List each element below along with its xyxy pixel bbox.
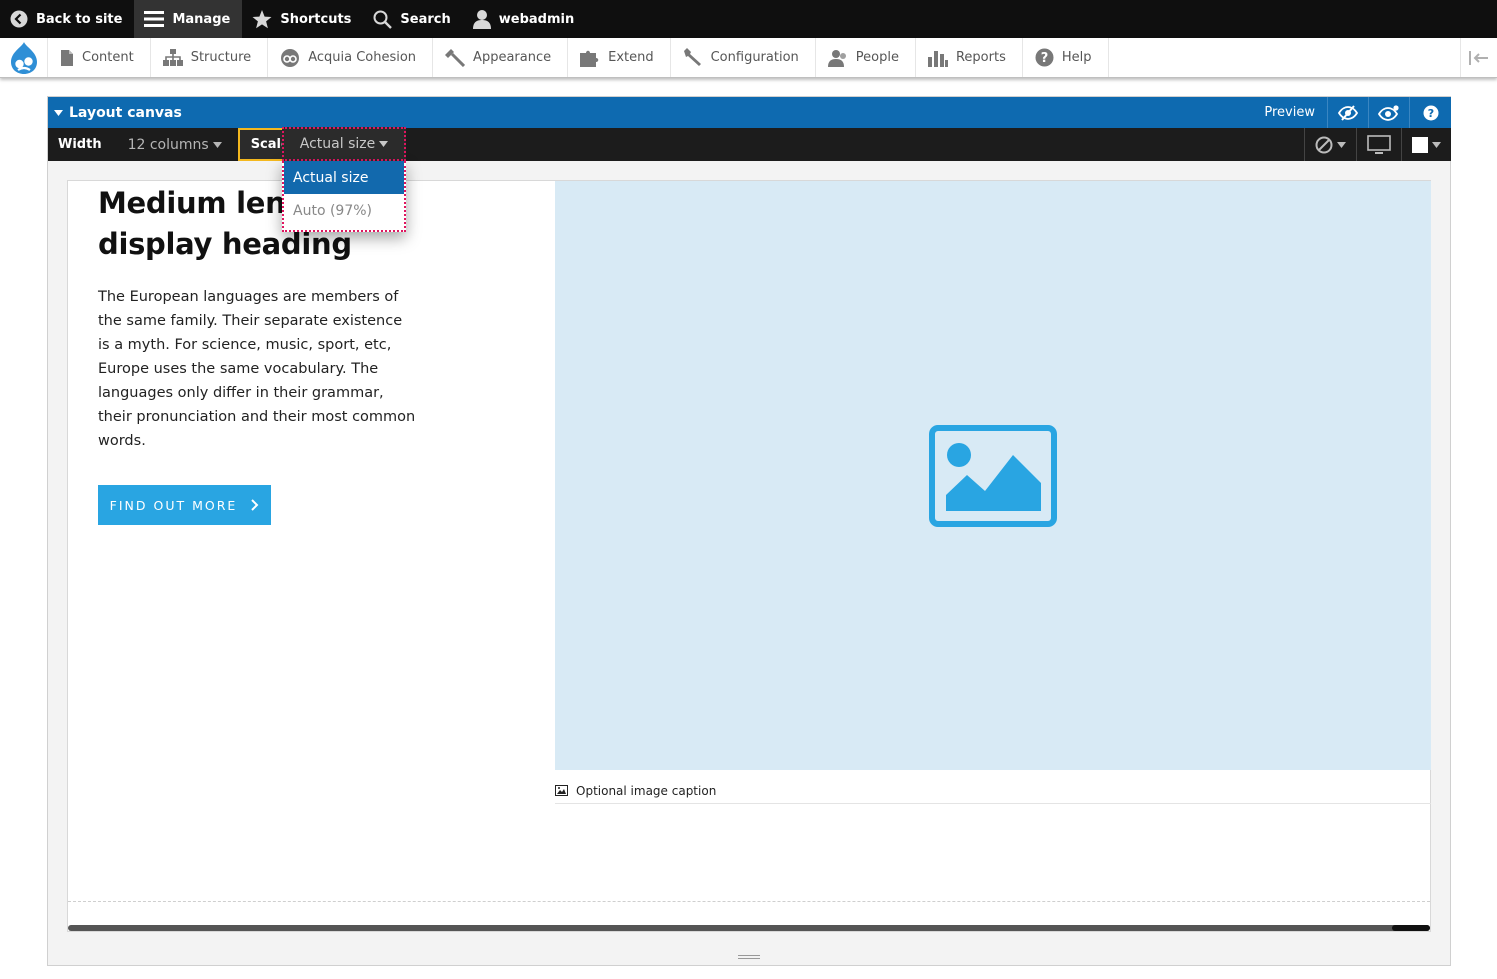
menu-acquia-cohesion[interactable]: Acquia Cohesion bbox=[268, 38, 434, 77]
width-dropdown[interactable]: 12 columns bbox=[112, 128, 234, 161]
eye-slash-icon bbox=[1338, 104, 1358, 121]
image-caption-text: Optional image caption bbox=[576, 783, 717, 798]
brush-icon bbox=[445, 48, 466, 67]
color-swatch-icon bbox=[1412, 136, 1428, 153]
horizontal-scrollbar[interactable] bbox=[68, 925, 1430, 931]
disable-button[interactable] bbox=[1304, 128, 1356, 161]
menu-help[interactable]: ? Help bbox=[1023, 38, 1109, 77]
device-preview-button[interactable] bbox=[1356, 128, 1401, 161]
find-out-more-button[interactable]: FIND OUT MORE bbox=[98, 485, 271, 525]
scale-dropdown-value: Actual size bbox=[299, 136, 376, 152]
menu-extend[interactable]: Extend bbox=[568, 38, 671, 77]
svg-text:?: ? bbox=[1041, 51, 1049, 66]
drupal-drop-icon bbox=[10, 41, 37, 74]
structure-icon bbox=[162, 49, 183, 66]
svg-text:?: ? bbox=[1427, 107, 1433, 120]
manage-label: Manage bbox=[172, 11, 231, 27]
search-label: Search bbox=[400, 11, 451, 27]
scale-dropdown-menu: Actual size Auto (97%) bbox=[282, 161, 406, 232]
image-caption[interactable]: Optional image caption bbox=[555, 778, 1431, 804]
menu-reports-label: Reports bbox=[955, 50, 1006, 65]
image-icon bbox=[555, 785, 568, 796]
scrollbar-thumb[interactable] bbox=[1392, 925, 1430, 931]
help-icon: ? bbox=[1035, 48, 1054, 67]
menu-acquia-cohesion-label: Acquia Cohesion bbox=[308, 50, 417, 65]
chevron-right-icon bbox=[251, 499, 259, 511]
eye-gear-icon bbox=[1378, 104, 1399, 121]
image-placeholder[interactable] bbox=[555, 181, 1431, 770]
menu-help-label: Help bbox=[1061, 50, 1092, 65]
menu-appearance-label: Appearance bbox=[473, 50, 552, 65]
scale-option-auto[interactable]: Auto (97%) bbox=[284, 194, 404, 227]
back-to-site-link[interactable]: Back to site bbox=[0, 0, 134, 38]
preview-button[interactable]: Preview bbox=[1252, 97, 1328, 128]
people-icon bbox=[827, 49, 846, 67]
menu-appearance[interactable]: Appearance bbox=[433, 38, 569, 77]
menu-structure[interactable]: Structure bbox=[151, 38, 269, 77]
menu-content-label: Content bbox=[82, 50, 134, 65]
search-icon bbox=[373, 10, 393, 29]
drupal-logo[interactable] bbox=[0, 38, 48, 77]
manage-tab[interactable]: Manage bbox=[134, 0, 243, 38]
scale-option-actual-size[interactable]: Actual size bbox=[284, 161, 404, 194]
puzzle-icon bbox=[580, 50, 599, 67]
shortcuts-tab[interactable]: Shortcuts bbox=[242, 0, 363, 38]
back-arrow-icon bbox=[10, 10, 28, 28]
menu-configuration[interactable]: Configuration bbox=[671, 38, 816, 77]
layout-canvas-toggle[interactable]: Layout canvas bbox=[48, 105, 182, 121]
menu-structure-label: Structure bbox=[190, 50, 252, 65]
layout-canvas-header: Layout canvas Preview ? bbox=[48, 97, 1451, 128]
scale-dropdown[interactable]: Actual size bbox=[282, 127, 406, 161]
user-label: webadmin bbox=[498, 11, 575, 27]
menu-content[interactable]: Content bbox=[48, 38, 151, 77]
back-to-site-label: Back to site bbox=[36, 11, 123, 27]
wrench-icon bbox=[683, 48, 701, 66]
menu-people-label: People bbox=[855, 50, 899, 65]
monitor-icon bbox=[1367, 134, 1391, 154]
disabled-circle-icon bbox=[1315, 136, 1333, 153]
caret-down-icon bbox=[1337, 141, 1346, 148]
admin-toolbar: Back to site Manage Shortcuts Search web… bbox=[0, 0, 1497, 38]
menu-reports[interactable]: Reports bbox=[916, 38, 1023, 77]
user-tab[interactable]: webadmin bbox=[463, 0, 586, 38]
menu-people[interactable]: People bbox=[816, 38, 916, 77]
hamburger-icon bbox=[144, 11, 165, 27]
caret-down-icon bbox=[212, 141, 222, 148]
drop-zone-divider bbox=[68, 901, 1430, 902]
width-label: Width bbox=[58, 137, 102, 152]
star-icon bbox=[252, 9, 272, 28]
canvas-stage: Medium length display heading The Europe… bbox=[67, 180, 1431, 932]
tray-orientation-toggle[interactable] bbox=[1460, 38, 1497, 77]
canvas-help-button[interactable]: ? bbox=[1410, 97, 1451, 128]
user-icon bbox=[472, 10, 491, 29]
layout-canvas: Layout canvas Preview ? Width 12 columns… bbox=[47, 96, 1451, 966]
bar-chart-icon bbox=[927, 50, 948, 67]
collapse-tray-icon bbox=[1469, 50, 1488, 65]
hide-preview-button[interactable] bbox=[1328, 97, 1369, 128]
caret-down-icon bbox=[54, 109, 63, 116]
cohesion-icon bbox=[281, 48, 300, 67]
caret-down-icon bbox=[1432, 141, 1441, 148]
caret-down-icon bbox=[379, 141, 389, 147]
layout-canvas-title: Layout canvas bbox=[69, 104, 182, 121]
menu-extend-label: Extend bbox=[608, 50, 654, 65]
find-out-more-label: FIND OUT MORE bbox=[109, 497, 238, 513]
width-dropdown-value: 12 columns bbox=[127, 136, 209, 153]
view-button[interactable] bbox=[1369, 97, 1410, 128]
body-paragraph[interactable]: The European languages are members of th… bbox=[98, 285, 418, 453]
page-icon bbox=[61, 49, 73, 66]
menu-configuration-label: Configuration bbox=[710, 50, 799, 65]
admin-menu-tray: Content Structure Acquia Cohesion Appear… bbox=[0, 38, 1497, 78]
help-icon: ? bbox=[1423, 105, 1438, 120]
image-placeholder-icon bbox=[929, 424, 1057, 527]
canvas-resize-handle[interactable] bbox=[738, 955, 760, 963]
background-color-button[interactable] bbox=[1401, 128, 1451, 161]
shortcuts-label: Shortcuts bbox=[280, 11, 352, 27]
search-tab[interactable]: Search bbox=[363, 0, 462, 38]
layout-canvas-toolbar: Width 12 columns Scale bbox=[48, 128, 1451, 161]
